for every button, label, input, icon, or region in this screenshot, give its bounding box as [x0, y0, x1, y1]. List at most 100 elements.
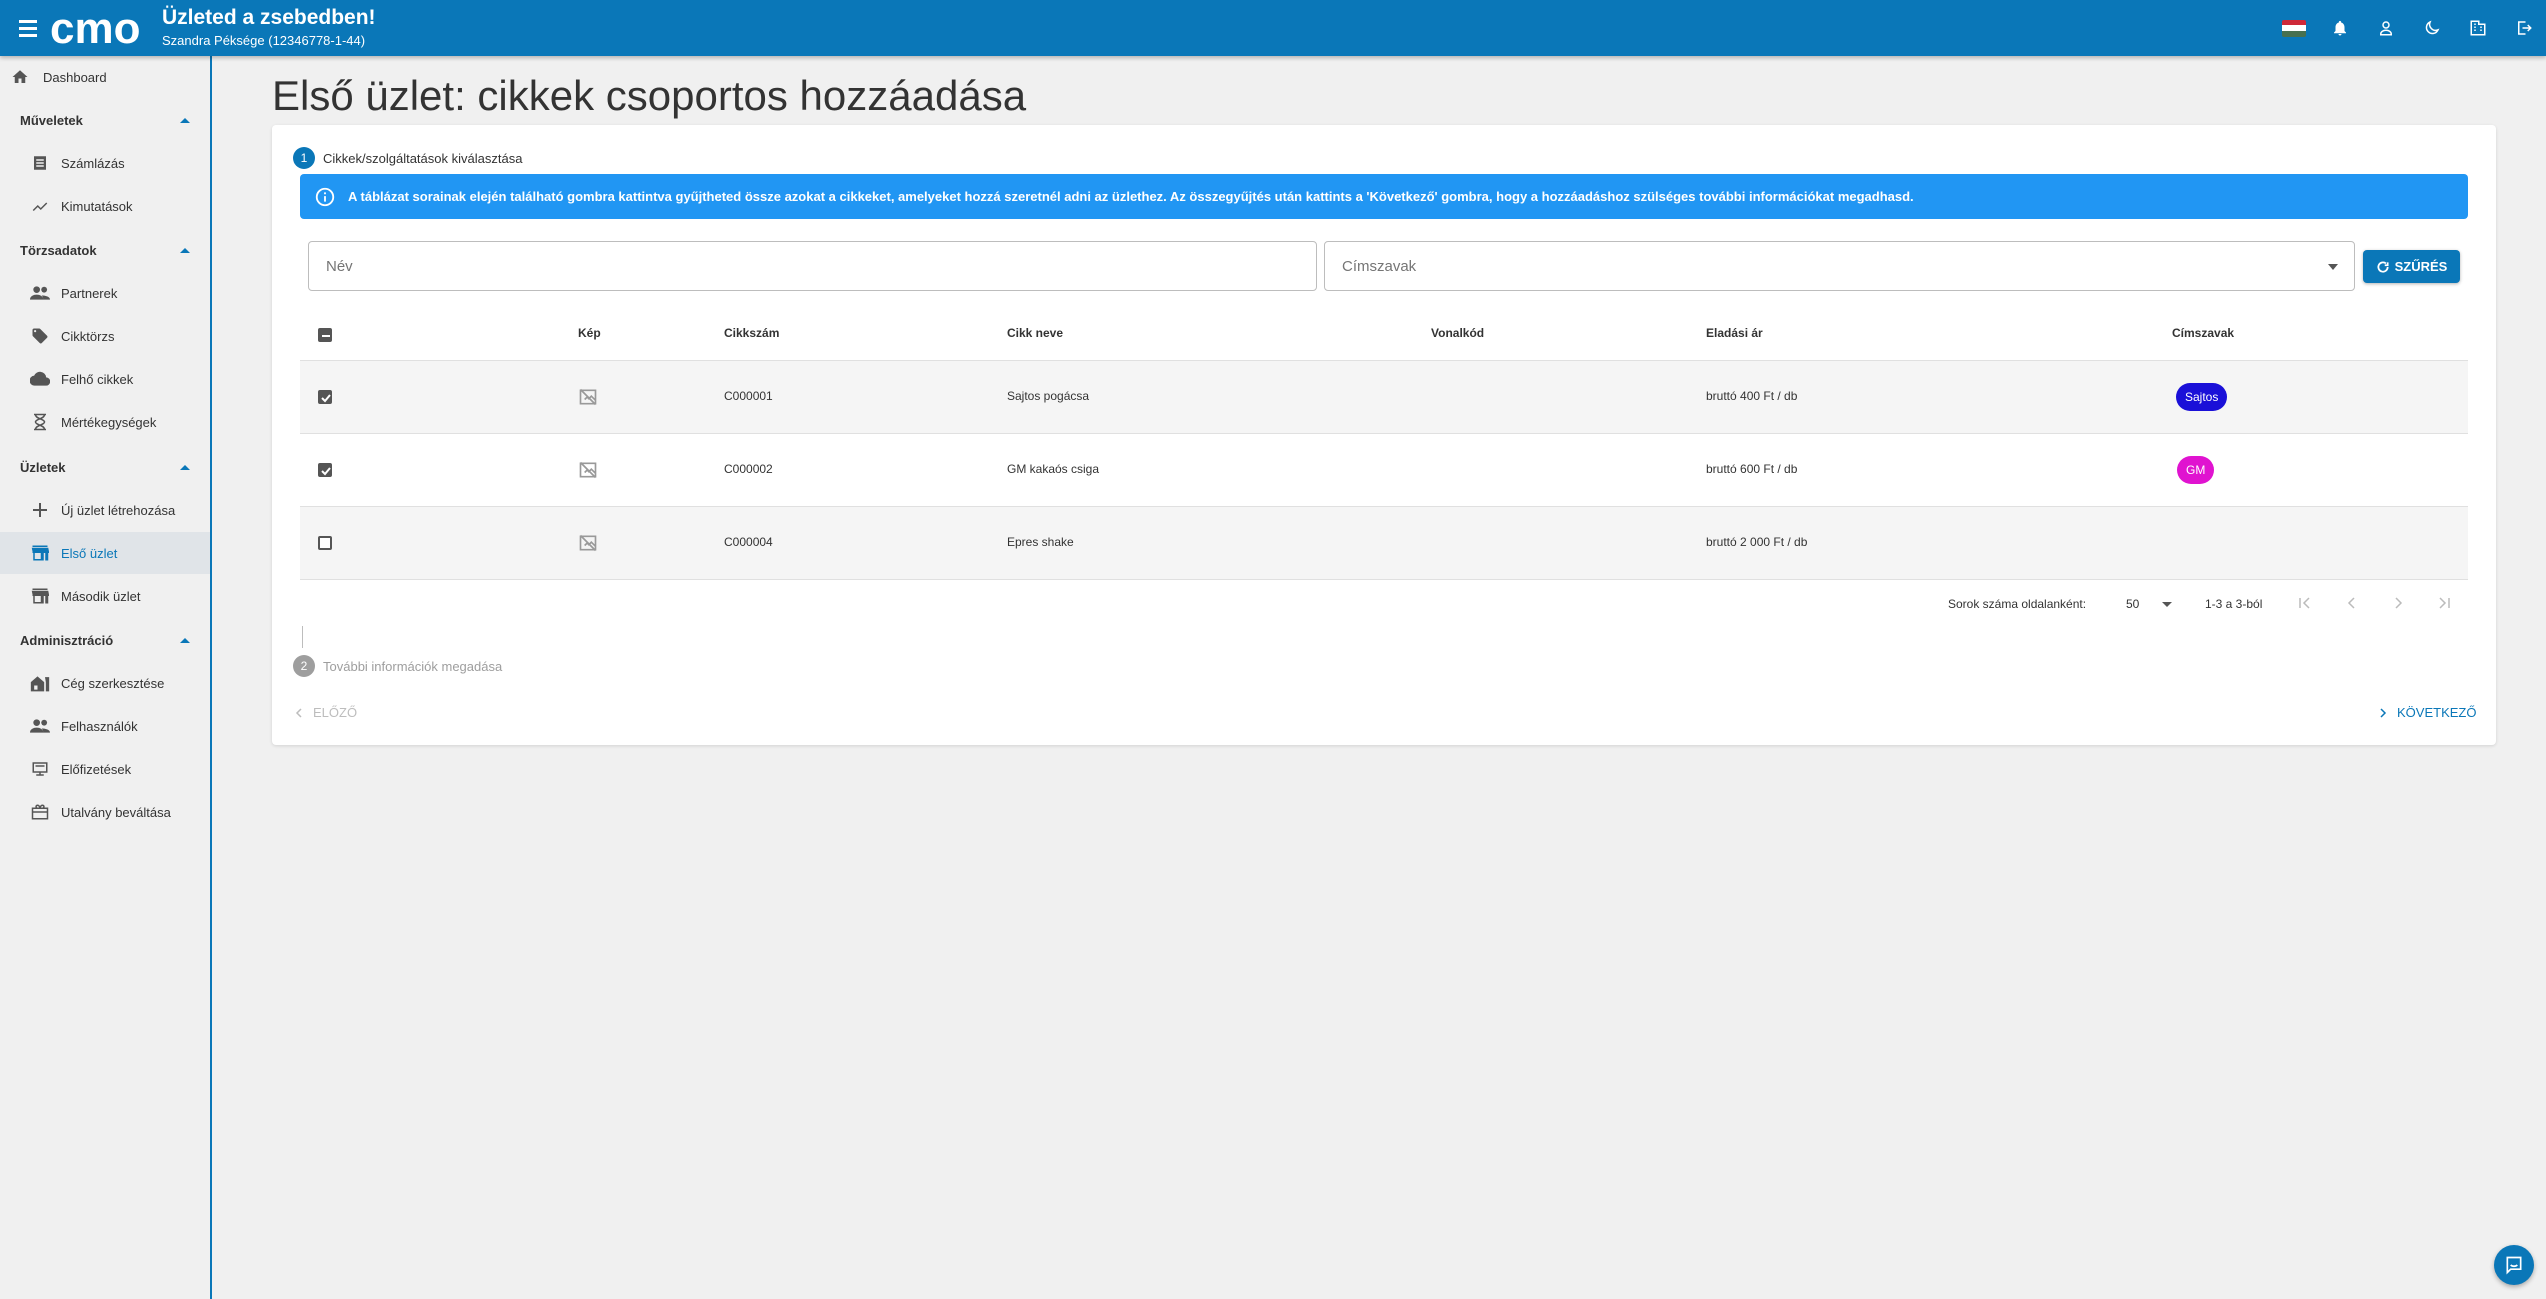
sidebar-item-felho-cikkek[interactable]: Felhő cikkek: [0, 358, 210, 400]
hourglass-icon: [30, 412, 50, 432]
store-icon: [30, 543, 50, 563]
cell-price: bruttó 600 Ft / db: [1706, 462, 1798, 476]
step-label: További információk megadása: [323, 658, 503, 674]
section-title: Törzsadatok: [20, 242, 97, 258]
filter-button-label: SZŰRÉS: [2394, 259, 2448, 274]
step-number: 2: [293, 655, 315, 677]
row-checkbox[interactable]: [318, 463, 332, 477]
rows-per-page-select[interactable]: 50: [2126, 597, 2172, 611]
info-icon: [315, 187, 335, 206]
cell-price: bruttó 2 000 Ft / db: [1706, 535, 1808, 549]
column-header-sku[interactable]: Cikkszám: [724, 326, 779, 340]
next-button-label: KÖVETKEZŐ: [2397, 705, 2477, 720]
row-checkbox[interactable]: [318, 390, 332, 404]
collapse-icon: [180, 247, 190, 253]
sidebar-item-label: Dashboard: [43, 69, 107, 85]
company-icon[interactable]: [2466, 16, 2490, 40]
sidebar-item-elofizetesek[interactable]: Előfizetések: [0, 748, 210, 790]
cmo-logo[interactable]: cmo: [50, 4, 154, 53]
column-header-price[interactable]: Eladási ár: [1706, 326, 1763, 340]
column-header-barcode[interactable]: Vonalkód: [1431, 326, 1484, 340]
step-1: 1 Cikkek/szolgáltatások kiválasztása: [293, 147, 522, 169]
no-image-icon: [579, 534, 597, 552]
top-app-bar: cmo Üzleted a zsebedben! Szandra Péksége…: [0, 0, 2546, 56]
sidebar-item-label: Kimutatások: [61, 198, 133, 214]
menu-icon[interactable]: [14, 14, 42, 42]
language-flag-icon[interactable]: [2282, 16, 2306, 40]
chevron-left-icon: [295, 707, 302, 718]
sidebar-item-mertekegysegek[interactable]: Mértékegységek: [0, 401, 210, 443]
cell-name: GM kakaós csiga: [1007, 462, 1100, 476]
home-icon: [10, 67, 30, 87]
table-row[interactable]: C000004 Epres shake bruttó 2 000 Ft / db: [300, 507, 2468, 580]
sidebar-section-adminisztracio[interactable]: Adminisztráció: [0, 619, 210, 661]
sidebar-item-elso-uzlet[interactable]: Első üzlet: [0, 532, 210, 574]
pagination-range: 1-3 a 3-ból: [2205, 597, 2263, 611]
chat-widget-button[interactable]: [2494, 1245, 2534, 1285]
name-filter-placeholder: Név: [326, 257, 353, 275]
prev-button[interactable]: ELŐZŐ: [293, 705, 357, 720]
chart-line-icon: [30, 196, 50, 216]
sidebar-item-label: Számlázás: [61, 155, 125, 171]
prev-button-label: ELŐZŐ: [313, 705, 358, 720]
collapse-icon: [180, 117, 190, 123]
section-title: Üzletek: [20, 459, 66, 475]
sidebar-item-cikktorzs[interactable]: Cikktörzs: [0, 315, 210, 357]
sidebar-item-dashboard[interactable]: Dashboard: [0, 56, 210, 98]
logout-icon[interactable]: [2512, 16, 2536, 40]
prev-page-icon[interactable]: [2341, 592, 2363, 614]
stepper-connector: [302, 626, 303, 648]
dark-mode-icon[interactable]: [2420, 16, 2444, 40]
sidebar-item-kimutatasok[interactable]: Kimutatások: [0, 185, 210, 227]
sidebar-item-felhasznalok[interactable]: Felhasználók: [0, 705, 210, 747]
sidebar-item-partnerek[interactable]: Partnerek: [0, 272, 210, 314]
step-2: 2 További információk megadása: [293, 655, 502, 677]
receipt-icon: [30, 153, 50, 173]
sidebar-item-utalvany[interactable]: Utalvány beváltása: [0, 791, 210, 833]
sidebar-item-label: Mértékegységek: [61, 414, 157, 430]
step-label: Cikkek/szolgáltatások kiválasztása: [323, 150, 523, 166]
table-row[interactable]: C000001 Sajtos pogácsa bruttó 400 Ft / d…: [300, 361, 2468, 434]
column-header-name[interactable]: Cikk neve: [1007, 326, 1063, 340]
sidebar-section-muveletek[interactable]: Műveletek: [0, 99, 210, 141]
check-icon: [321, 467, 331, 476]
bell-icon[interactable]: [2328, 16, 2352, 40]
cell-sku: C000001: [724, 389, 773, 403]
chat-icon: [2506, 1256, 2522, 1275]
sidebar-section-torzsadatok[interactable]: Törzsadatok: [0, 229, 210, 271]
sidebar-section-uzletek[interactable]: Üzletek: [0, 446, 210, 488]
collapse-icon: [180, 637, 190, 643]
people-icon: [30, 716, 50, 736]
svg-text:cmo: cmo: [50, 7, 140, 49]
gift-card-icon: [30, 802, 50, 822]
indeterminate-icon: [322, 335, 330, 337]
check-icon: [321, 394, 331, 403]
page-title: Első üzlet: cikkek csoportos hozzáadása: [272, 72, 1027, 119]
tags-filter-select[interactable]: Címszavak: [1324, 241, 2355, 291]
sidebar-item-uj-uzlet[interactable]: Új üzlet létrehozása: [0, 489, 210, 531]
next-button[interactable]: KÖVETKEZŐ: [2377, 705, 2476, 720]
sidebar-item-ceg-szerkesztese[interactable]: Cég szerkesztése: [0, 662, 210, 704]
column-header-image: Kép: [578, 326, 601, 340]
no-image-icon: [579, 461, 597, 479]
tag-chip[interactable]: Sajtos: [2176, 383, 2228, 411]
dropdown-arrow-icon: [2328, 264, 2338, 270]
cell-sku: C000004: [724, 535, 773, 549]
next-page-icon[interactable]: [2387, 592, 2409, 614]
account-icon[interactable]: [2374, 16, 2398, 40]
sidebar-item-masodik-uzlet[interactable]: Második üzlet: [0, 575, 210, 617]
select-all-checkbox[interactable]: [318, 328, 332, 342]
filter-button[interactable]: SZŰRÉS: [2363, 250, 2460, 283]
sidebar-item-label: Utalvány beváltása: [61, 804, 171, 820]
row-checkbox[interactable]: [318, 536, 332, 550]
sidebar-item-label: Cég szerkesztése: [61, 675, 165, 691]
last-page-icon[interactable]: [2433, 592, 2455, 614]
tag-chip[interactable]: GM: [2177, 456, 2215, 484]
people-icon: [30, 283, 50, 303]
name-filter-input[interactable]: Név: [308, 241, 1317, 291]
table-row[interactable]: C000002 GM kakaós csiga bruttó 600 Ft / …: [300, 434, 2468, 507]
sidebar-item-label: Felhő cikkek: [61, 371, 134, 387]
column-header-tags[interactable]: Címszavak: [2172, 326, 2234, 340]
first-page-icon[interactable]: [2294, 592, 2316, 614]
sidebar-item-szamlazas[interactable]: Számlázás: [0, 142, 210, 184]
